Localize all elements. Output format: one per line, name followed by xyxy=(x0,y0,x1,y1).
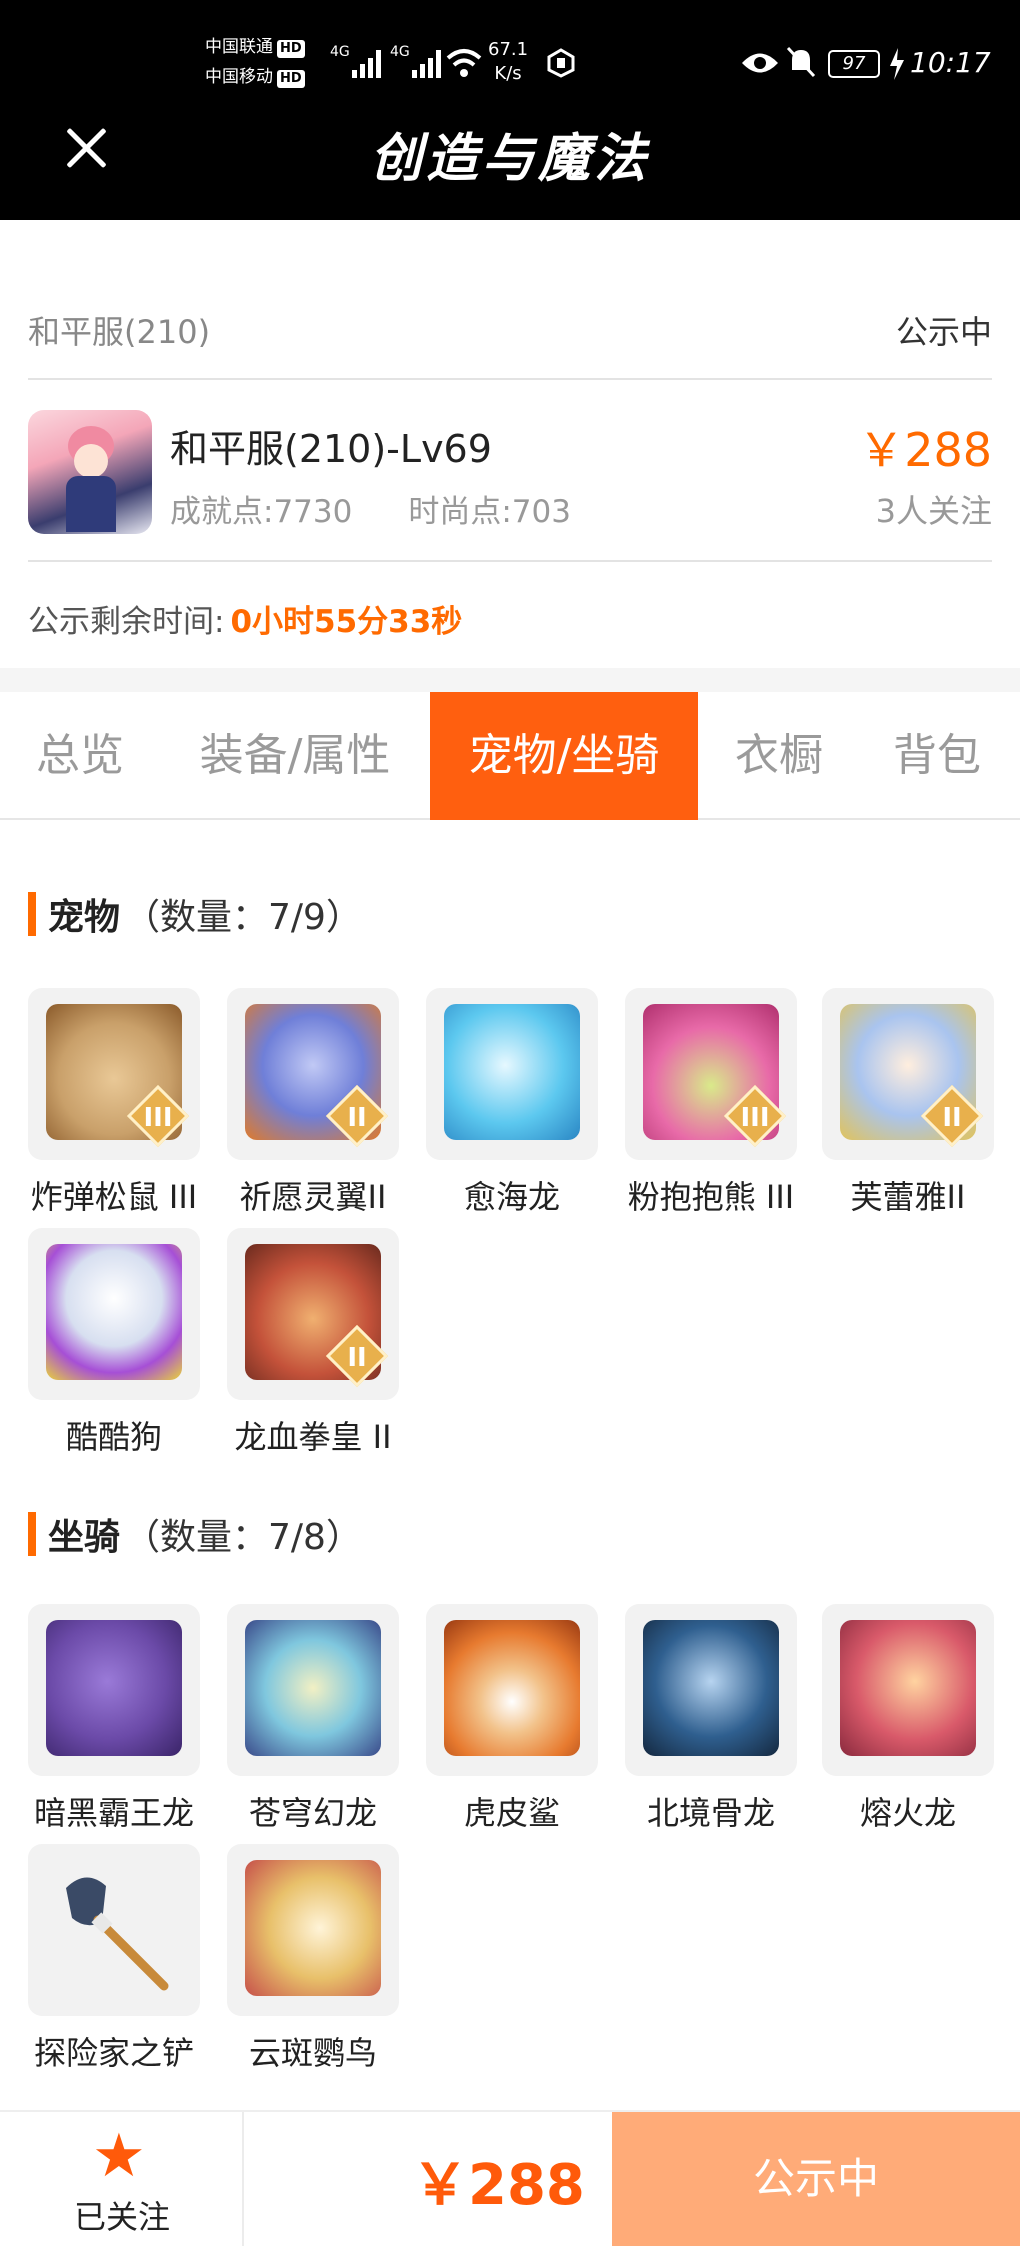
section-gap xyxy=(0,668,1020,692)
status-bar: 中国联通 HD 中国移动 HD 4G 4G 67.1 K/s 97 10:17 创造与… xyxy=(0,0,1020,220)
tab-bag[interactable]: 背包 xyxy=(870,692,1004,820)
signal-icon xyxy=(352,50,382,78)
mount-name: 虎皮鲨 xyxy=(463,1794,560,1832)
hd-badge: HD xyxy=(277,70,305,88)
mount-name: 北境骨龙 xyxy=(646,1794,775,1832)
character-stats: 成就点:7730 时尚点:703 xyxy=(170,486,571,531)
hand-icon xyxy=(547,48,575,78)
pet-name: 祈愿灵翼II xyxy=(239,1178,387,1216)
follower-count: 3人关注 xyxy=(875,492,992,530)
mount-item[interactable]: 北境骨龙 xyxy=(625,1604,797,1834)
clock: 10:17 xyxy=(910,46,991,79)
pet-item[interactable]: 愈海龙 xyxy=(426,988,598,1218)
pets-title: 宠物 xyxy=(48,897,121,938)
pet-item[interactable]: 酷酷狗 xyxy=(28,1228,200,1458)
mount-name: 苍穹幻龙 xyxy=(248,1794,377,1832)
character-name: 和平服(210)-Lv69 xyxy=(170,427,492,471)
listing-status: 公示中 xyxy=(895,313,992,351)
mount-name: 熔火龙 xyxy=(859,1794,956,1832)
eye-icon xyxy=(742,53,778,73)
mount-item[interactable]: 云斑鹦鸟 xyxy=(227,1844,399,2074)
charging-icon xyxy=(890,48,904,80)
pet-name: 炸弹松鼠 III xyxy=(30,1178,198,1216)
server-name: 和平服(210) xyxy=(28,313,211,351)
mute-bell-icon xyxy=(786,46,816,78)
pet-item[interactable]: III 炸弹松鼠 III xyxy=(28,988,200,1218)
mount-item[interactable]: 暗黑霸王龙 xyxy=(28,1604,200,1834)
carrier-info: 中国联通 HD 中国移动 HD xyxy=(205,32,305,92)
shovel-icon xyxy=(66,1877,169,1991)
pet-item[interactable]: II 芙蕾雅II xyxy=(822,988,994,1218)
status-button[interactable]: 公示中 xyxy=(612,2112,1020,2246)
mount-name: 云斑鹦鸟 xyxy=(248,2034,377,2072)
character-avatar xyxy=(28,410,152,534)
pet-name: 龙血拳皇 II xyxy=(234,1418,392,1456)
mount-item[interactable]: 苍穹幻龙 xyxy=(227,1604,399,1834)
wifi-icon xyxy=(446,49,482,77)
tab-equipment[interactable]: 装备/属性 xyxy=(180,692,410,820)
network-type-2: 4G xyxy=(390,44,410,60)
mounts-section-header: 坐骑 （数量：7/8） xyxy=(28,1508,362,1560)
tab-wardrobe[interactable]: 衣橱 xyxy=(712,692,846,820)
fashion-points: 时尚点:703 xyxy=(408,494,571,530)
star-icon: ★ xyxy=(92,2121,146,2191)
remaining-time-label: 公示剩余时间: xyxy=(28,604,225,640)
tab-overview[interactable]: 总览 xyxy=(0,692,160,820)
pet-name: 愈海龙 xyxy=(463,1178,560,1216)
follow-label: 已关注 xyxy=(73,2198,170,2236)
pet-item[interactable]: II 龙血拳皇 II xyxy=(227,1228,399,1458)
carrier-1: 中国联通 xyxy=(205,37,273,57)
remaining-time-value: 0小时55分33秒 xyxy=(230,604,463,640)
carrier-2: 中国移动 xyxy=(205,67,273,87)
achievement-points: 成就点:7730 xyxy=(170,494,353,530)
battery-indicator: 97 xyxy=(828,50,880,78)
follow-button[interactable]: ★ 已关注 xyxy=(0,2112,244,2246)
mounts-title: 坐骑 xyxy=(48,1517,121,1558)
remaining-time: 公示剩余时间: 0小时55分33秒 xyxy=(28,596,462,641)
hd-badge: HD xyxy=(277,40,305,58)
pet-name: 粉抱抱熊 III xyxy=(627,1178,795,1216)
listing-price: ￥288 xyxy=(858,423,992,477)
network-type-1: 4G xyxy=(330,44,350,60)
divider xyxy=(28,378,992,380)
mount-item[interactable]: 熔火龙 xyxy=(822,1604,994,1834)
tab-bar: 总览 装备/属性 宠物/坐骑 衣橱 背包 xyxy=(0,692,1020,820)
pets-section-header: 宠物 （数量：7/9） xyxy=(28,888,362,940)
mount-name: 暗黑霸王龙 xyxy=(33,1794,194,1832)
pets-count: （数量：7/9） xyxy=(124,897,362,938)
pet-item[interactable]: II 祈愿灵翼II xyxy=(227,988,399,1218)
page-title: 创造与魔法 xyxy=(369,128,650,189)
signal-icon xyxy=(412,50,442,78)
server-row: 和平服(210) 公示中 xyxy=(28,290,992,370)
pet-name: 酷酷狗 xyxy=(65,1418,162,1456)
pet-name: 芙蕾雅II xyxy=(850,1178,966,1216)
tab-pets-mounts[interactable]: 宠物/坐骑 xyxy=(430,692,698,820)
net-speed: 67.1 K/s xyxy=(488,39,529,84)
mount-name: 探险家之铲 xyxy=(33,2034,194,2072)
mount-item[interactable]: 探险家之铲 xyxy=(28,1844,200,2074)
bottom-price: ￥288 xyxy=(412,2153,585,2218)
mount-item[interactable]: 虎皮鲨 xyxy=(426,1604,598,1834)
bottom-action-bar: ★ 已关注 ￥288 公示中 xyxy=(0,2110,1020,2246)
divider xyxy=(28,560,992,562)
mounts-count: （数量：7/8） xyxy=(124,1517,362,1558)
pet-item[interactable]: III 粉抱抱熊 III xyxy=(625,988,797,1218)
